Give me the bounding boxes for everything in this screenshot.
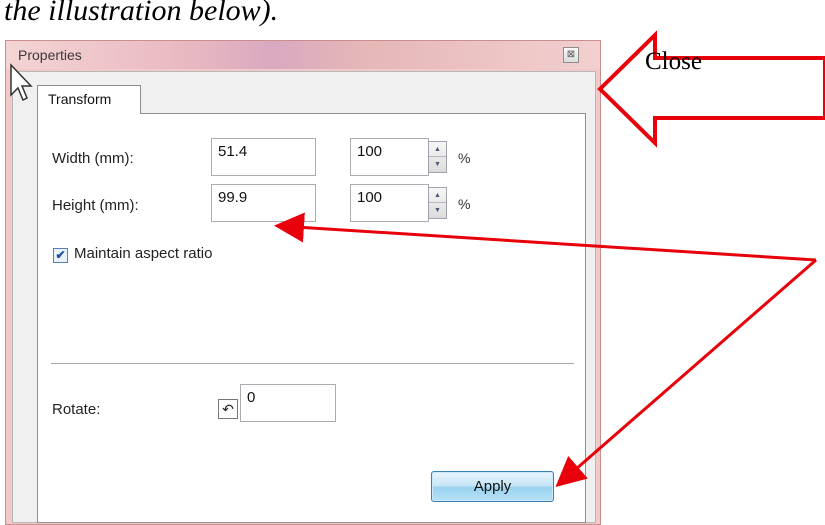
tab-transform[interactable]: Transform: [37, 85, 141, 114]
close-callout-label: Close: [645, 48, 702, 75]
annotation-layer: [274, 30, 825, 487]
close-callout-arrow: [597, 30, 825, 148]
pointer-arrow-to-apply: [555, 258, 817, 487]
pointer-arrow-to-height: [274, 212, 817, 262]
